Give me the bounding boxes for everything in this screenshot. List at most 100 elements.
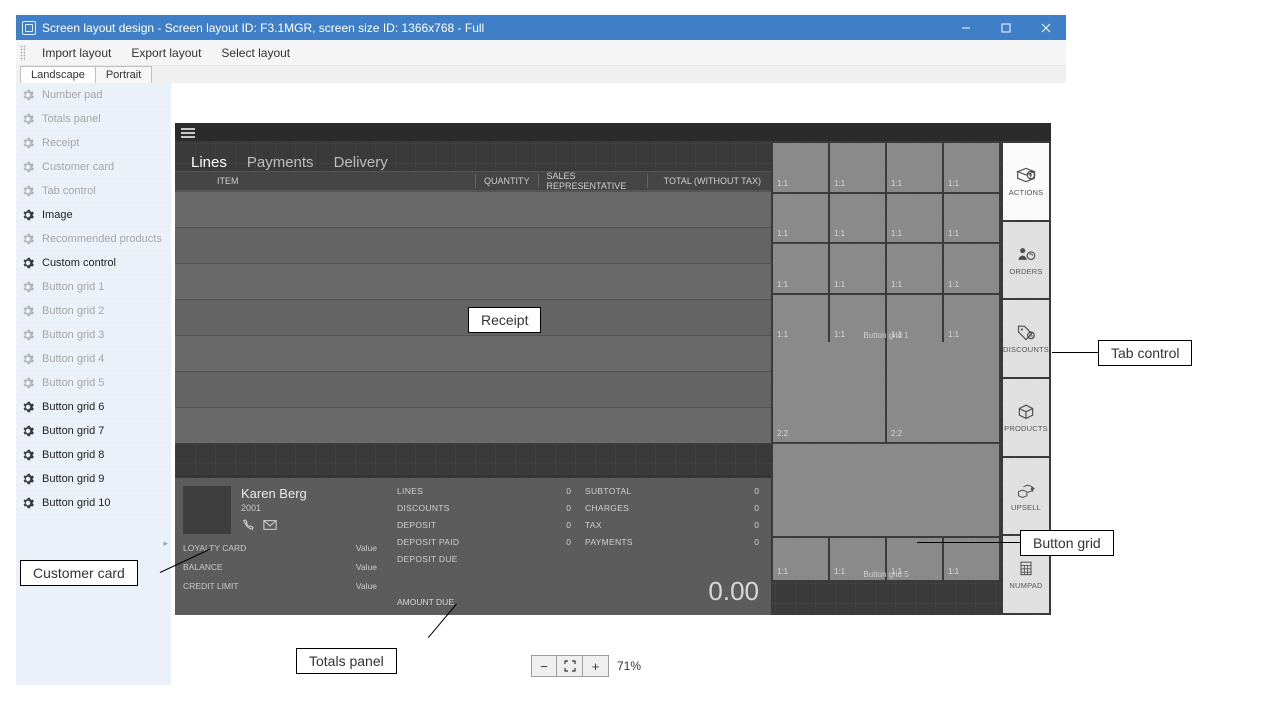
gear-icon	[22, 377, 34, 389]
credit-value: Value	[356, 581, 377, 591]
deposit-due-value	[566, 554, 571, 564]
sidebar-item-label: Button grid 2	[42, 305, 104, 317]
sidebar-item[interactable]: Receipt	[16, 131, 171, 155]
tab-payments[interactable]: Payments	[247, 154, 314, 171]
sidebar-item[interactable]: Button grid 6	[16, 395, 171, 419]
close-button[interactable]	[1026, 15, 1066, 40]
subtotal-label: SUBTOTAL	[585, 486, 740, 496]
zoom-out-button[interactable]: −	[531, 655, 557, 677]
grid-tile[interactable]: 1:1	[887, 143, 942, 192]
sidebar-item[interactable]: Tab control	[16, 179, 171, 203]
select-layout-menu[interactable]: Select layout	[211, 40, 300, 65]
sidebar-item-label: Customer card	[42, 161, 114, 173]
sidebar-item[interactable]: Button grid 10	[16, 491, 171, 515]
grid-tile[interactable]: 1:1	[944, 244, 999, 293]
deposit-label: DEPOSIT	[397, 520, 552, 530]
col-total-without-tax: TOTAL (WITHOUT TAX)	[648, 176, 771, 186]
sidebar-item-label: Button grid 8	[42, 449, 104, 461]
sidebar-item[interactable]: Button grid 1	[16, 275, 171, 299]
gear-icon	[22, 257, 34, 269]
sidebar-item[interactable]: Image	[16, 203, 171, 227]
tab-orders[interactable]: ORDERS	[1003, 222, 1049, 299]
customer-id: 2001	[241, 503, 307, 513]
phone-icon[interactable]	[241, 519, 255, 533]
grid-tile[interactable]: 1:1	[830, 143, 885, 192]
grid-tile[interactable]: 1:1	[944, 194, 999, 243]
sidebar-item-label: Button grid 5	[42, 377, 104, 389]
orientation-tabs: Landscape Portrait	[16, 66, 1066, 83]
grid-tile[interactable]: 1:1	[887, 244, 942, 293]
tab-portrait[interactable]: Portrait	[95, 66, 152, 83]
tax-label: TAX	[585, 520, 740, 530]
balance-value: Value	[356, 562, 377, 572]
tab-landscape[interactable]: Landscape	[20, 66, 96, 83]
receipt-row	[175, 407, 771, 443]
grid-tile[interactable]	[773, 444, 999, 536]
sidebar-item[interactable]: Button grid 3	[16, 323, 171, 347]
maximize-button[interactable]	[986, 15, 1026, 40]
zoom-bar: − + 71%	[531, 655, 641, 677]
tab-discounts[interactable]: % DISCOUNTS	[1003, 300, 1049, 377]
grid-tile[interactable]: 2:2	[773, 342, 885, 442]
customer-card[interactable]: Karen Berg 2001 LOYALTY	[175, 478, 385, 615]
deposit-paid-value: 0	[566, 537, 571, 547]
minimize-button[interactable]	[946, 15, 986, 40]
grid-tile[interactable]: 1:1	[773, 244, 828, 293]
gear-icon	[22, 305, 34, 317]
mail-icon[interactable]	[263, 519, 277, 533]
sidebar-item[interactable]: Totals panel	[16, 107, 171, 131]
export-layout-menu[interactable]: Export layout	[121, 40, 211, 65]
sidebar-item[interactable]: Button grid 5	[16, 371, 171, 395]
grid-tile[interactable]: 1:1	[773, 143, 828, 192]
sidebar-item[interactable]: Button grid 8	[16, 443, 171, 467]
zoom-percent: 71%	[617, 659, 641, 673]
zoom-fit-button[interactable]	[557, 655, 583, 677]
grid-tile[interactable]: 1:1	[830, 194, 885, 243]
sidebar-item[interactable]: Recommended products	[16, 227, 171, 251]
sidebar: Number padTotals panelReceipt Customer ca…	[16, 83, 171, 685]
receipt-area[interactable]	[175, 191, 771, 475]
deposit-value: 0	[566, 520, 571, 530]
sidebar-item[interactable]: Button grid 9	[16, 467, 171, 491]
tab-products[interactable]: PRODUCTS	[1003, 379, 1049, 456]
grid-tile[interactable]: 2:2	[887, 342, 999, 442]
payments-label: PAYMENTS	[585, 537, 740, 547]
button-grid-lower[interactable]	[773, 444, 999, 536]
sidebar-item[interactable]: Custom control	[16, 251, 171, 275]
tab-actions[interactable]: ACTIONS	[1003, 143, 1049, 220]
sidebar-expand-icon[interactable]: ▸	[163, 538, 168, 549]
hamburger-icon[interactable]	[181, 126, 195, 138]
grid-tile[interactable]: 1:1	[887, 194, 942, 243]
totals-panel[interactable]: LINES0 SUBTOTAL0 DISCOUNTS0 CHARGES0 DEP…	[385, 478, 771, 615]
receipt-row	[175, 371, 771, 407]
gear-icon	[22, 137, 34, 149]
preview-topbar	[175, 123, 1051, 141]
import-layout-menu[interactable]: Import layout	[32, 40, 121, 65]
tab-lines[interactable]: Lines	[191, 154, 227, 171]
person-refresh-icon	[1016, 245, 1036, 263]
deposit-paid-label: DEPOSIT PAID	[397, 537, 552, 547]
gear-icon	[22, 209, 34, 221]
sidebar-item[interactable]: Button grid 2	[16, 299, 171, 323]
button-grid-5-label: Button grid 5	[773, 570, 999, 579]
loyalty-value: Value	[356, 543, 377, 553]
grid-tile[interactable]: 1:1	[830, 244, 885, 293]
numpad-icon	[1016, 559, 1036, 577]
sidebar-item[interactable]: Button grid 4	[16, 347, 171, 371]
tab-upsell[interactable]: UPSELL	[1003, 458, 1049, 535]
grid-tile[interactable]: 1:1	[944, 143, 999, 192]
deposit-due-label: DEPOSIT DUE	[397, 554, 552, 564]
sidebar-item[interactable]: Button grid 7	[16, 419, 171, 443]
tab-delivery[interactable]: Delivery	[334, 154, 388, 171]
button-grid-mid[interactable]: 2:2 2:2	[773, 342, 999, 442]
button-grid-1[interactable]: 1:11:11:11:11:11:11:11:11:11:11:11:11:11…	[773, 143, 999, 343]
gear-icon	[22, 401, 34, 413]
annot-receipt: Receipt	[468, 307, 541, 333]
sidebar-item[interactable]: Customer card	[16, 155, 171, 179]
receipt-row	[175, 335, 771, 371]
sidebar-item-label: Custom control	[42, 257, 116, 269]
sidebar-item[interactable]: Number pad	[16, 83, 171, 107]
grid-tile[interactable]: 1:1	[773, 194, 828, 243]
col-sales-rep: SALES REPRESENTATIVE	[539, 171, 647, 191]
zoom-in-button[interactable]: +	[583, 655, 609, 677]
